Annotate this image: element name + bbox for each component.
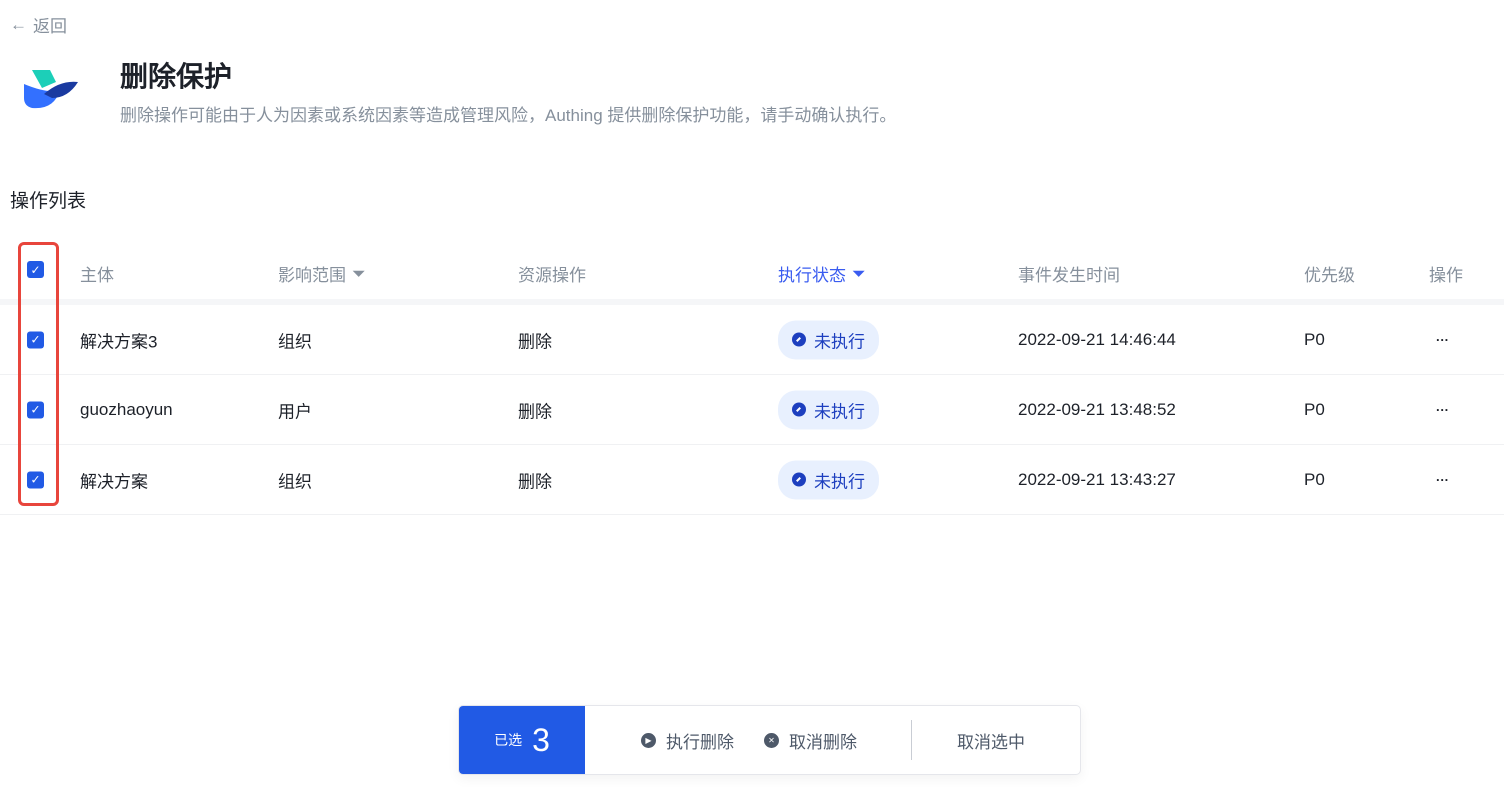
- more-actions-icon[interactable]: ···: [1436, 332, 1449, 347]
- col-scope-label: 影响范围: [278, 266, 346, 285]
- subject: 解决方案3: [80, 332, 158, 351]
- play-icon: ▶: [641, 732, 656, 748]
- filter-icon[interactable]: ⏷: [352, 264, 366, 284]
- close-circle-icon: ✕: [764, 732, 779, 748]
- selected-label: 已选: [494, 732, 523, 748]
- col-status-label: 执行状态: [778, 266, 846, 285]
- page-description: 删除操作可能由于人为因素或系统因素等造成管理风险，Authing 提供删除保护功…: [120, 106, 897, 125]
- status-label: 未执行: [814, 332, 865, 351]
- status-label: 未执行: [814, 402, 865, 421]
- filter-icon[interactable]: ⏷: [852, 264, 866, 284]
- table-row: ✓ 解决方案 组织 删除 未执行 2022-09-21 13:43:27 P0 …: [0, 445, 1504, 515]
- scope: 组织: [278, 332, 312, 351]
- table-header: ✓ 主体 影响范围 ⏷ 资源操作 执行状态 ⏷ 事件发生时间 优先级 操作: [0, 226, 1504, 305]
- scope: 用户: [278, 402, 312, 421]
- priority: P0: [1304, 469, 1325, 489]
- resource-op: 删除: [518, 332, 552, 351]
- operations-table: ✓ 主体 影响范围 ⏷ 资源操作 执行状态 ⏷ 事件发生时间 优先级 操作 ✓ 解决…: [0, 226, 1504, 515]
- deselect-button[interactable]: 取消选中: [957, 728, 1025, 753]
- resource-op: 删除: [518, 472, 552, 491]
- cancel-delete-label: 取消删除: [789, 732, 857, 752]
- selected-number: 3: [532, 721, 550, 758]
- more-actions-icon[interactable]: ···: [1436, 472, 1449, 487]
- col-actions: 操作: [1429, 266, 1463, 285]
- back-link[interactable]: ← 返回: [10, 12, 67, 37]
- status-badge: 未执行: [778, 460, 879, 499]
- cancel-delete-button[interactable]: ✕ 取消删除: [764, 728, 857, 753]
- col-time: 事件发生时间: [1018, 266, 1120, 285]
- status-icon: [792, 402, 806, 417]
- subject: guozhaoyun: [80, 399, 173, 419]
- col-subject: 主体: [80, 266, 114, 285]
- event-time: 2022-09-21 14:46:44: [1018, 329, 1176, 349]
- priority: P0: [1304, 399, 1325, 419]
- table-row: ✓ 解决方案3 组织 删除 未执行 2022-09-21 14:46:44 P0…: [0, 305, 1504, 375]
- col-resource-op: 资源操作: [518, 266, 586, 285]
- deselect-label: 取消选中: [957, 732, 1025, 752]
- col-status[interactable]: 执行状态 ⏷: [778, 261, 866, 286]
- scope: 组织: [278, 472, 312, 491]
- status-badge: 未执行: [778, 320, 879, 359]
- section-title: 操作列表: [10, 191, 87, 212]
- event-time: 2022-09-21 13:43:27: [1018, 469, 1176, 489]
- divider: [911, 720, 912, 760]
- table-row: ✓ guozhaoyun 用户 删除 未执行 2022-09-21 13:48:…: [0, 375, 1504, 445]
- priority: P0: [1304, 329, 1325, 349]
- selected-count: 已选 3: [459, 706, 585, 774]
- execute-delete-label: 执行删除: [666, 732, 734, 752]
- back-label: 返回: [33, 17, 67, 36]
- subject: 解决方案: [80, 472, 148, 491]
- status-badge: 未执行: [778, 390, 879, 429]
- col-priority: 优先级: [1304, 266, 1355, 285]
- status-icon: [792, 332, 806, 347]
- status-label: 未执行: [814, 472, 865, 491]
- more-actions-icon[interactable]: ···: [1436, 402, 1449, 417]
- status-icon: [792, 472, 806, 487]
- col-scope[interactable]: 影响范围 ⏷: [278, 261, 366, 286]
- arrow-left-icon: ←: [10, 14, 27, 34]
- resource-op: 删除: [518, 402, 552, 421]
- execute-delete-button[interactable]: ▶ 执行删除: [641, 728, 734, 753]
- event-time: 2022-09-21 13:48:52: [1018, 399, 1176, 419]
- page-title: 删除保护: [120, 61, 233, 92]
- bulk-action-bar: 已选 3 ▶ 执行删除 ✕ 取消删除 取消选中: [458, 705, 1081, 775]
- checkbox-highlight: [18, 242, 59, 506]
- app-logo: [24, 70, 78, 109]
